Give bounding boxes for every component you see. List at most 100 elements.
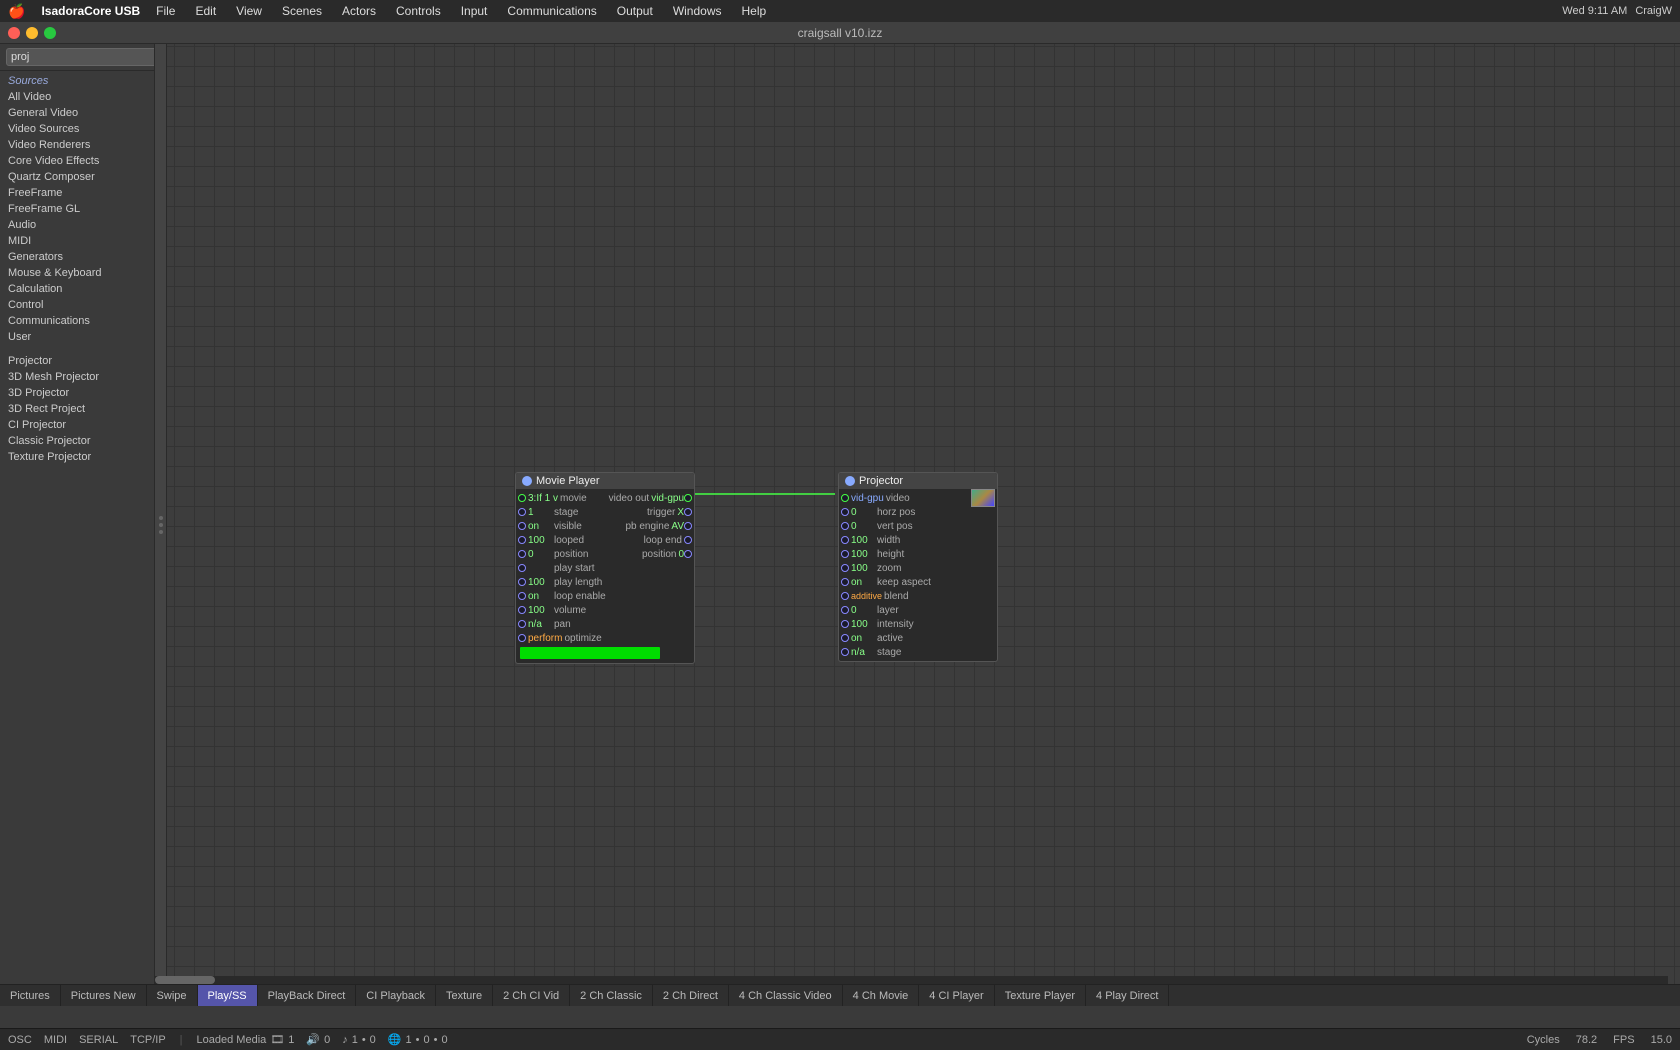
tab-4play-direct[interactable]: 4 Play Direct bbox=[1086, 985, 1169, 1007]
tab-texture[interactable]: Texture bbox=[436, 985, 493, 1007]
scrollbar-area[interactable] bbox=[155, 976, 1668, 984]
sidebar-item-all-video[interactable]: All Video bbox=[0, 89, 154, 105]
port-looped-in[interactable] bbox=[518, 536, 526, 544]
tab-texture-player[interactable]: Texture Player bbox=[995, 985, 1086, 1007]
resize-strip[interactable] bbox=[155, 44, 167, 1006]
tab-4ch-classic-video[interactable]: 4 Ch Classic Video bbox=[729, 985, 843, 1007]
menu-controls[interactable]: Controls bbox=[392, 4, 445, 18]
menu-input[interactable]: Input bbox=[457, 4, 492, 18]
port-optimize-in[interactable] bbox=[518, 634, 526, 642]
menu-edit[interactable]: Edit bbox=[191, 4, 220, 18]
port-vert-pos-in[interactable] bbox=[841, 522, 849, 530]
sidebar-item-core-video-effects[interactable]: Core Video Effects bbox=[0, 153, 154, 169]
port-pan-in[interactable] bbox=[518, 620, 526, 628]
port-loop-enable-in[interactable] bbox=[518, 592, 526, 600]
apple-menu[interactable]: 🍎 bbox=[8, 3, 25, 20]
menu-output[interactable]: Output bbox=[613, 4, 657, 18]
port-position-out[interactable] bbox=[684, 550, 692, 558]
port-layer-in[interactable] bbox=[841, 606, 849, 614]
port-zoom-in[interactable] bbox=[841, 564, 849, 572]
tab-2ch-ci-vid[interactable]: 2 Ch CI Vid bbox=[493, 985, 570, 1007]
tab-playback-direct[interactable]: PlayBack Direct bbox=[258, 985, 357, 1007]
val-movie: 3:If 1 v bbox=[528, 493, 558, 504]
sidebar-item-projector[interactable]: Projector bbox=[0, 353, 154, 369]
port-stage-in[interactable] bbox=[841, 648, 849, 656]
tab-pictures-new[interactable]: Pictures New bbox=[61, 985, 147, 1007]
port-pb-engine-out[interactable] bbox=[684, 522, 692, 530]
port-intensity-in[interactable] bbox=[841, 620, 849, 628]
maximize-button[interactable] bbox=[44, 27, 56, 39]
sidebar-item-mouse-keyboard[interactable]: Mouse & Keyboard bbox=[0, 265, 154, 281]
movie-player-node[interactable]: Movie Player 3:If 1 v movie video out vi… bbox=[515, 472, 695, 664]
search-input[interactable] bbox=[6, 48, 155, 66]
osc-status[interactable]: OSC bbox=[8, 1034, 32, 1046]
resize-dot bbox=[159, 530, 163, 534]
sidebar-item-3d-rect-project[interactable]: 3D Rect Project bbox=[0, 401, 154, 417]
sidebar-item-texture-projector[interactable]: Texture Projector bbox=[0, 449, 154, 465]
tab-swipe[interactable]: Swipe bbox=[147, 985, 198, 1007]
scrollbar-thumb[interactable] bbox=[155, 976, 215, 984]
menu-scenes[interactable]: Scenes bbox=[278, 4, 326, 18]
serial-status[interactable]: SERIAL bbox=[79, 1034, 118, 1046]
menu-file[interactable]: File bbox=[152, 4, 179, 18]
label-play-start: play start bbox=[552, 563, 694, 574]
sidebar-item-communications[interactable]: Communications bbox=[0, 313, 154, 329]
menu-actors[interactable]: Actors bbox=[338, 4, 380, 18]
sidebar-item-quartz-composer[interactable]: Quartz Composer bbox=[0, 169, 154, 185]
minimize-button[interactable] bbox=[26, 27, 38, 39]
sidebar-item-video-renderers[interactable]: Video Renderers bbox=[0, 137, 154, 153]
menubar: 🍎 IsadoraCore USB File Edit View Scenes … bbox=[0, 0, 1680, 22]
port-keep-aspect-in[interactable] bbox=[841, 578, 849, 586]
midi-status[interactable]: MIDI bbox=[44, 1034, 67, 1046]
tab-pictures[interactable]: Pictures bbox=[0, 985, 61, 1007]
port-loop-end-out[interactable] bbox=[684, 536, 692, 544]
port-position-in[interactable] bbox=[518, 550, 526, 558]
menu-view[interactable]: View bbox=[232, 4, 266, 18]
sidebar-item-classic-projector[interactable]: Classic Projector bbox=[0, 433, 154, 449]
tab-2ch-classic[interactable]: 2 Ch Classic bbox=[570, 985, 653, 1007]
close-button[interactable] bbox=[8, 27, 20, 39]
label-stage-proj: stage bbox=[875, 647, 997, 658]
sidebar-item-calculation[interactable]: Calculation bbox=[0, 281, 154, 297]
port-horz-pos-in[interactable] bbox=[841, 508, 849, 516]
tab-4ch-movie[interactable]: 4 Ch Movie bbox=[843, 985, 920, 1007]
port-play-length-in[interactable] bbox=[518, 578, 526, 586]
sidebar-item-3d-mesh-projector[interactable]: 3D Mesh Projector bbox=[0, 369, 154, 385]
port-trigger-out[interactable] bbox=[684, 508, 692, 516]
menu-windows[interactable]: Windows bbox=[669, 4, 726, 18]
port-stage-in[interactable] bbox=[518, 508, 526, 516]
tab-play-ss[interactable]: Play/SS bbox=[198, 985, 258, 1007]
tab-2ch-direct[interactable]: 2 Ch Direct bbox=[653, 985, 729, 1007]
port-video-out[interactable] bbox=[684, 494, 692, 502]
menu-communications[interactable]: Communications bbox=[503, 4, 600, 18]
port-volume-in[interactable] bbox=[518, 606, 526, 614]
port-visible-in[interactable] bbox=[518, 522, 526, 530]
sidebar-item-ci-projector[interactable]: CI Projector bbox=[0, 417, 154, 433]
canvas-area[interactable]: Movie Player 3:If 1 v movie video out vi… bbox=[155, 44, 1680, 1006]
menu-help[interactable]: Help bbox=[738, 4, 771, 18]
port-height-in[interactable] bbox=[841, 550, 849, 558]
projector-node[interactable]: Projector vid-gpu video 0 horz pos bbox=[838, 472, 998, 662]
sidebar-item-freeframe[interactable]: FreeFrame bbox=[0, 185, 154, 201]
movie-progress-bar bbox=[520, 647, 660, 659]
sidebar-item-general-video[interactable]: General Video bbox=[0, 105, 154, 121]
tcpip-status[interactable]: TCP/IP bbox=[130, 1034, 165, 1046]
port-play-start-in[interactable] bbox=[518, 564, 526, 572]
sidebar-item-generators[interactable]: Generators bbox=[0, 249, 154, 265]
sidebar-item-3d-projector[interactable]: 3D Projector bbox=[0, 385, 154, 401]
tab-ci-playback[interactable]: CI Playback bbox=[356, 985, 436, 1007]
sidebar-item-control[interactable]: Control bbox=[0, 297, 154, 313]
port-width-in[interactable] bbox=[841, 536, 849, 544]
tab-4ci-player[interactable]: 4 CI Player bbox=[919, 985, 994, 1007]
sidebar-item-midi[interactable]: MIDI bbox=[0, 233, 154, 249]
titlebar: craigsall v10.izz bbox=[0, 22, 1680, 44]
port-active-in[interactable] bbox=[841, 634, 849, 642]
port-movie-in[interactable] bbox=[518, 494, 526, 502]
port-blend-in[interactable] bbox=[841, 592, 849, 600]
sidebar-item-user[interactable]: User bbox=[0, 329, 154, 345]
sidebar-item-freeframe-gl[interactable]: FreeFrame GL bbox=[0, 201, 154, 217]
sidebar-item-audio[interactable]: Audio bbox=[0, 217, 154, 233]
label-volume: volume bbox=[552, 605, 694, 616]
sidebar-item-video-sources[interactable]: Video Sources bbox=[0, 121, 154, 137]
port-proj-video-in[interactable] bbox=[841, 494, 849, 502]
